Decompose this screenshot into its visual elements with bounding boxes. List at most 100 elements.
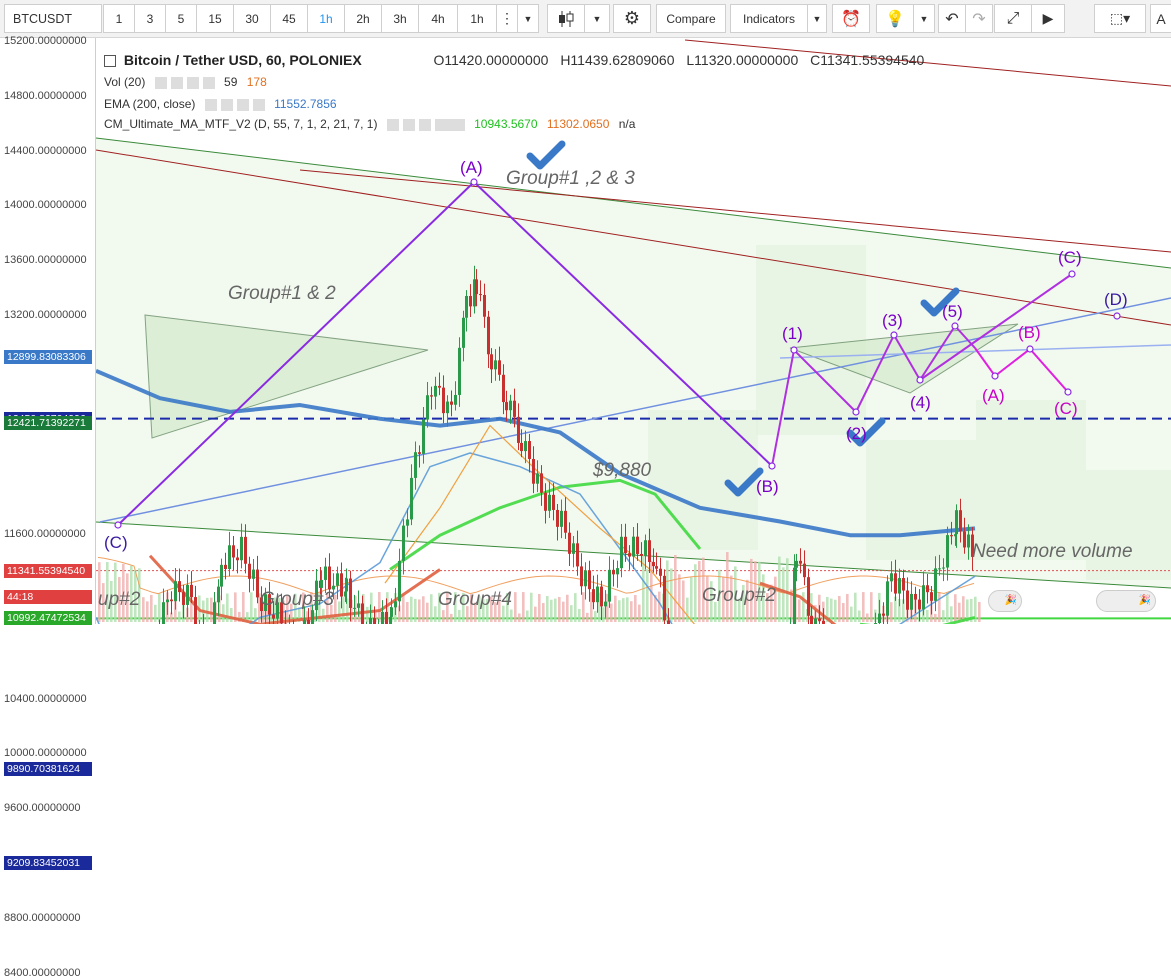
play-icon[interactable]: ▶: [1031, 4, 1065, 33]
lightbulb-icon[interactable]: 💡: [876, 4, 914, 33]
candle-body: [655, 566, 658, 569]
candle-body: [217, 587, 220, 603]
wave-pivot-9: [1114, 313, 1120, 319]
interval-2h[interactable]: 2h: [344, 4, 382, 33]
candle-body: [220, 565, 223, 587]
interval-1h-active[interactable]: 1h: [307, 4, 345, 33]
wave-pivot-5: [891, 332, 897, 338]
volume-bar: [530, 593, 533, 622]
candle-body: [910, 594, 913, 610]
forecast-label-C: (C): [1054, 399, 1078, 419]
legend-title-row: Bitcoin / Tether USD, 60, POLONIEX O1142…: [104, 52, 924, 68]
annotation-group-123: Group#1 ,2 & 3: [506, 168, 635, 190]
fullscreen-icon[interactable]: ⤢: [994, 4, 1032, 33]
volume-bar: [682, 580, 685, 622]
candle-body: [922, 585, 925, 609]
candle-body: [795, 561, 798, 568]
interval-15[interactable]: 15: [196, 4, 234, 33]
price-axis[interactable]: 15200.0000000014800.0000000014400.000000…: [0, 38, 96, 624]
candle-body: [604, 602, 607, 607]
volume-bar: [834, 600, 837, 622]
interval-3[interactable]: 3: [134, 4, 166, 33]
volume-bar: [698, 561, 701, 622]
compare-button[interactable]: Compare: [656, 4, 726, 33]
candle-body: [303, 620, 306, 624]
volume-bar: [510, 610, 513, 622]
volume-bar: [846, 594, 849, 622]
interval-3h[interactable]: 3h: [381, 4, 419, 33]
volume-bar: [638, 605, 641, 622]
interval-30[interactable]: 30: [233, 4, 271, 33]
flag-icon-2[interactable]: 🎉: [1096, 590, 1156, 612]
volume-bar: [798, 599, 801, 622]
volume-bar: [850, 607, 853, 622]
gear-icon[interactable]: ⚙: [613, 4, 651, 33]
candle-style-icon[interactable]: [547, 4, 585, 33]
volume-bar: [422, 596, 425, 622]
flag-icon-1[interactable]: 🎉: [988, 590, 1022, 612]
vol-buttons[interactable]: [155, 77, 215, 89]
vol-value-2: 178: [247, 75, 267, 89]
legend-icon: [104, 55, 116, 67]
volume-bar: [658, 592, 661, 622]
candle-body: [336, 573, 339, 585]
candle-body: [560, 511, 563, 527]
indicators-dropdown-icon[interactable]: ▼: [807, 4, 827, 33]
cm-buttons[interactable]: [387, 119, 465, 131]
volume-bar: [414, 599, 417, 622]
candle-body: [799, 561, 802, 564]
select-area-icon[interactable]: ⬚▾: [1094, 4, 1146, 33]
candle-body: [793, 568, 796, 624]
candle-body: [454, 395, 457, 405]
volume-bar: [602, 607, 605, 622]
price-tick-9: 9600.00000000: [4, 802, 80, 814]
wave-label-C: (C): [104, 533, 128, 553]
wave-label-4: (4): [910, 393, 931, 413]
interval-1h-custom[interactable]: 1h: [457, 4, 497, 33]
forecast-label-C-top: (C): [1058, 248, 1082, 268]
candle-body: [272, 615, 275, 619]
indicators-button[interactable]: Indicators: [730, 4, 808, 33]
volume-bar: [838, 596, 841, 622]
volume-bar: [206, 598, 209, 622]
chart-type-dropdown-icon[interactable]: ▼: [584, 4, 610, 33]
interval-45[interactable]: 45: [270, 4, 308, 33]
lightbulb-dropdown-icon[interactable]: ▼: [913, 4, 935, 33]
candle-body: [532, 459, 535, 484]
ohlc-low: L11320.00000000: [686, 52, 798, 68]
interval-5[interactable]: 5: [165, 4, 197, 33]
candle-body: [505, 402, 508, 410]
redo-icon[interactable]: ↷: [965, 4, 993, 33]
volume-bar: [954, 594, 957, 622]
candle-body: [632, 537, 635, 557]
text-tool-icon[interactable]: A: [1150, 4, 1171, 33]
candle-body: [458, 348, 461, 395]
volume-bar: [146, 601, 149, 622]
candle-body: [162, 602, 165, 624]
volume-bar: [946, 593, 949, 622]
volume-bar: [802, 592, 805, 622]
candle-body: [814, 618, 817, 624]
more-intervals-icon[interactable]: ⋮: [496, 4, 518, 33]
undo-icon[interactable]: ↶: [938, 4, 966, 33]
volume-bar: [686, 598, 689, 622]
volume-bar: [694, 564, 697, 622]
candle-body: [406, 519, 409, 525]
volume-bar: [514, 592, 517, 622]
interval-4h[interactable]: 4h: [418, 4, 458, 33]
candle-body: [628, 553, 631, 556]
candle-body: [540, 473, 543, 492]
volume-bar: [674, 555, 677, 622]
ema-buttons[interactable]: [205, 99, 265, 111]
candle-body: [576, 543, 579, 566]
chevron-down-icon[interactable]: ▼: [517, 4, 539, 33]
candle-body: [810, 616, 813, 624]
volume-bar: [158, 593, 161, 622]
interval-1[interactable]: 1: [103, 4, 135, 33]
candle-body: [182, 592, 185, 605]
candle-body: [938, 568, 941, 569]
alarm-clock-icon[interactable]: ⏰: [832, 4, 870, 33]
symbol-input[interactable]: BTCUSDT: [4, 4, 102, 33]
wave-pivot-10: [992, 373, 998, 379]
candle-body: [580, 566, 583, 586]
